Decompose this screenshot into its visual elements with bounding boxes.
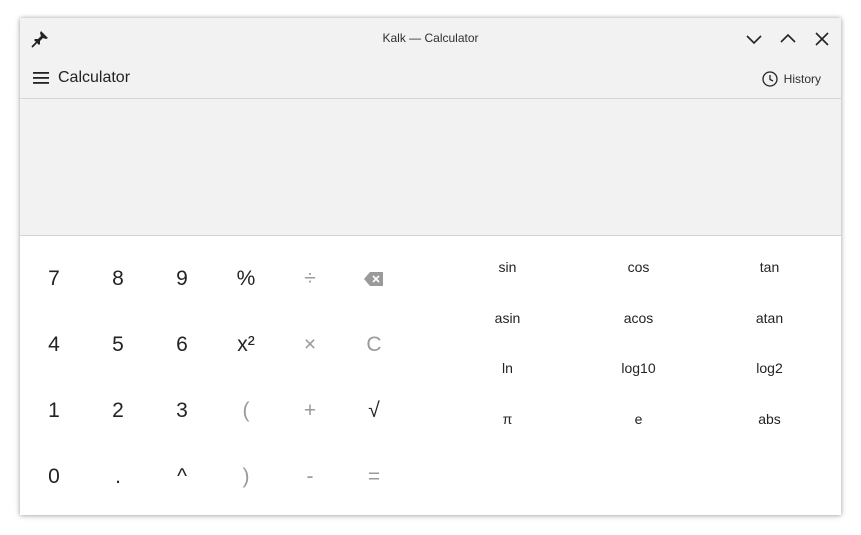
key-9[interactable]: x² — [214, 312, 278, 378]
function-key-6[interactable]: ln — [442, 343, 573, 393]
key-11[interactable]: C — [342, 312, 406, 378]
hamburger-icon[interactable] — [33, 71, 50, 85]
function-key-0[interactable]: sin — [442, 242, 573, 292]
function-key-10[interactable]: e — [573, 394, 704, 444]
key-0[interactable]: 7 — [22, 246, 86, 312]
key-7[interactable]: 5 — [86, 312, 150, 378]
key-13[interactable]: 2 — [86, 378, 150, 444]
function-key-1[interactable]: cos — [573, 242, 704, 292]
key-22[interactable]: - — [278, 444, 342, 510]
key-2[interactable]: 9 — [150, 246, 214, 312]
key-19[interactable]: . — [86, 444, 150, 510]
key-6[interactable]: 4 — [22, 312, 86, 378]
key-16[interactable]: + — [278, 378, 342, 444]
title-bar[interactable]: Kalk — Calculator — [20, 18, 841, 59]
history-button[interactable]: History — [756, 66, 827, 92]
minimize-button[interactable] — [743, 28, 765, 50]
function-key-7[interactable]: log10 — [573, 343, 704, 393]
key-1[interactable]: 8 — [86, 246, 150, 312]
history-label: History — [783, 72, 821, 86]
key-23[interactable]: = — [342, 444, 406, 510]
key-14[interactable]: 3 — [150, 378, 214, 444]
page-title: Calculator — [58, 69, 131, 86]
keypad: 7 8 9% ÷ 4 5 6 x² × C 1 2 3(+ √ 0. ^) - = sin cos tan asin ac… — [20, 236, 841, 515]
header-toolbar: Calculator History — [20, 59, 841, 99]
function-key-9[interactable]: π — [442, 394, 573, 444]
function-pad: sin cos tan asin acos atan ln log10 log2 π e abs — [442, 236, 841, 466]
key-10[interactable]: × — [278, 312, 342, 378]
function-key-2[interactable]: tan — [704, 242, 835, 292]
backspace-icon — [364, 272, 383, 286]
function-key-11[interactable]: abs — [704, 394, 835, 444]
number-pad: 7 8 9% ÷ 4 5 6 x² × C 1 2 3(+ √ 0. ^) - = — [22, 236, 406, 515]
function-key-5[interactable]: atan — [704, 293, 835, 343]
key-8[interactable]: 6 — [150, 312, 214, 378]
key-20[interactable]: ^ — [150, 444, 214, 510]
key-21[interactable]: ) — [214, 444, 278, 510]
close-icon — [815, 32, 829, 46]
key-4[interactable]: ÷ — [278, 246, 342, 312]
key-17[interactable]: √ — [342, 378, 406, 444]
key-3[interactable]: % — [214, 246, 278, 312]
chevron-down-icon — [746, 35, 762, 45]
calculator-window: Kalk — Calculator Calculator History 7 8… — [20, 18, 841, 515]
close-button[interactable] — [811, 28, 833, 50]
key-18[interactable]: 0 — [22, 444, 86, 510]
function-key-8[interactable]: log2 — [704, 343, 835, 393]
backspace-button[interactable] — [342, 246, 406, 312]
window-title: Kalk — Calculator — [382, 31, 479, 45]
chevron-up-icon — [780, 33, 796, 43]
clock-icon — [762, 71, 778, 87]
maximize-button[interactable] — [777, 28, 799, 50]
function-key-4[interactable]: acos — [573, 293, 704, 343]
function-key-3[interactable]: asin — [442, 293, 573, 343]
key-15[interactable]: ( — [214, 378, 278, 444]
key-12[interactable]: 1 — [22, 378, 86, 444]
calculation-display[interactable] — [20, 99, 841, 236]
